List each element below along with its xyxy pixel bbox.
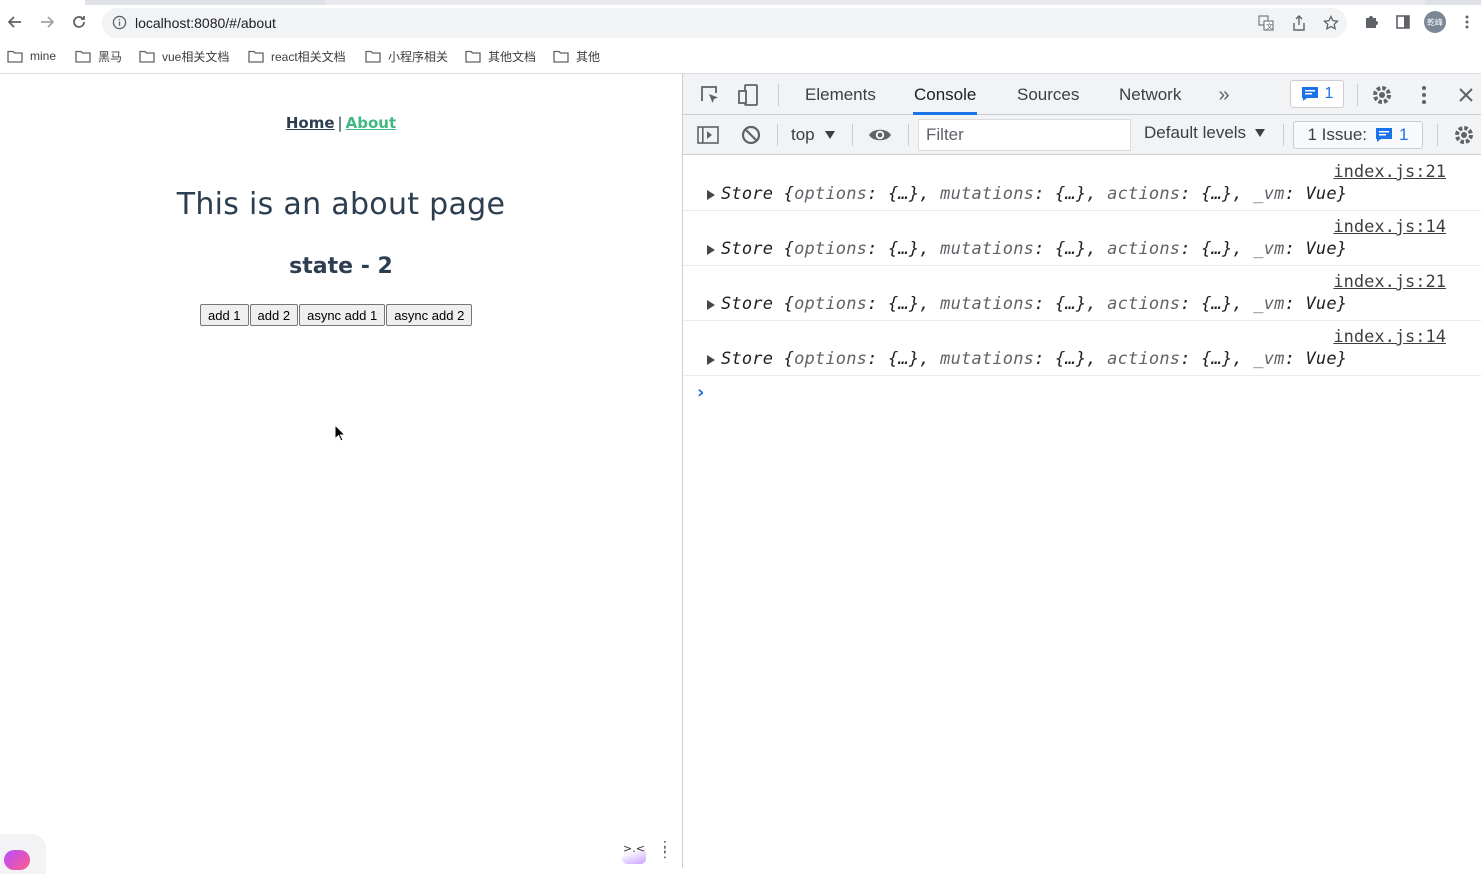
floating-extension-widget[interactable] [0,834,46,874]
devtools-tab-bar: Elements Console Sources Network » 1 [683,74,1481,115]
svg-text:文: 文 [1266,22,1273,31]
url-text: localhost:8080/#/about [135,15,276,31]
forward-arrow-icon[interactable] [35,10,59,34]
action-buttons: add 1 add 2 async add 1 async add 2 [200,304,473,326]
console-log-row: index.js:14 Store {options: {…}, mutatio… [683,321,1481,376]
async-add-1-button[interactable]: async add 1 [299,304,386,326]
log-source-link[interactable]: index.js:14 [1333,217,1446,237]
browser-menu-icon[interactable] [1455,10,1479,34]
log-source-link[interactable]: index.js:14 [1333,327,1446,347]
console-log-row: index.js:21 Store {options: {…}, mutatio… [683,156,1481,211]
dropdown-triangle-icon [824,131,835,139]
extensions-puzzle-icon[interactable] [1359,10,1383,34]
messages-badge[interactable]: 1 [1290,80,1344,108]
dropdown-triangle-icon [1255,129,1266,137]
folder-icon [75,50,91,63]
issues-button[interactable]: 1 Issue: 1 [1293,121,1423,149]
clear-console-icon[interactable] [739,123,763,147]
bookmark-folder[interactable]: 其他文档 [465,46,536,66]
mouse-cursor-icon [334,424,346,442]
folder-icon [553,50,569,63]
side-panel-icon[interactable] [1391,10,1415,34]
console-toolbar: top Default levels 1 Issue: 1 [683,115,1481,155]
settings-gear-icon[interactable] [1369,82,1395,108]
tab-console[interactable]: Console [913,74,978,115]
log-object[interactable]: Store {options: {…}, mutations: {…}, act… [707,239,1347,259]
expand-triangle-icon[interactable] [707,300,715,310]
profile-avatar[interactable]: 乾峰 [1423,10,1447,34]
add-2-button[interactable]: add 2 [249,304,299,326]
bookmark-folder[interactable]: mine [7,46,56,66]
page-viewport: Home | About This is an about page state -… [0,74,682,874]
inspect-element-icon[interactable] [697,82,723,108]
tab-sources[interactable]: Sources [1016,74,1080,115]
expand-triangle-icon[interactable] [707,355,715,365]
add-1-button[interactable]: add 1 [200,304,249,326]
close-devtools-icon[interactable] [1453,82,1479,108]
console-log-row: index.js:21 Store {options: {…}, mutatio… [683,266,1481,321]
toolbar-separator [1283,124,1284,146]
device-toolbar-icon[interactable] [735,82,761,108]
state-display: state - 2 [289,254,393,279]
async-add-2-button[interactable]: async add 2 [386,304,473,326]
console-log-row: index.js:14 Store {options: {…}, mutatio… [683,211,1481,266]
show-sidebar-icon[interactable] [695,123,721,147]
live-expression-eye-icon[interactable] [866,123,894,147]
tab-network[interactable]: Network [1118,74,1182,115]
tab-separator [778,84,779,106]
toolbar-separator [908,124,909,146]
context-selector[interactable]: top [791,123,835,147]
address-bar[interactable]: localhost:8080/#/about 文 [102,8,1347,38]
nav-separator: | [337,114,343,132]
folder-icon [365,50,381,63]
console-prompt-chevron-icon[interactable]: › [697,382,704,403]
devtools-panel: Elements Console Sources Network » 1 top [682,74,1481,868]
bookmark-folder[interactable]: 黑马 [75,46,122,66]
helper-face-icon: >.< [622,842,646,864]
bookmark-star-icon[interactable] [1321,13,1341,33]
console-output: index.js:21 Store {options: {…}, mutatio… [683,156,1481,403]
log-source-link[interactable]: index.js:21 [1333,272,1446,292]
console-filter-input[interactable] [918,119,1131,151]
nav-link-about[interactable]: About [346,114,397,132]
expand-triangle-icon[interactable] [707,190,715,200]
page-title: This is an about page [176,187,506,222]
router-nav: Home | About [0,114,682,132]
log-object[interactable]: Store {options: {…}, mutations: {…}, act… [707,294,1347,314]
bookmark-folder[interactable]: react相关文档 [248,46,346,66]
back-arrow-icon[interactable] [3,10,27,34]
drag-handle-icon[interactable]: ⋮ ⋮ [658,840,672,860]
floating-helper-widget[interactable]: >.< ⋮ ⋮ [616,838,672,868]
extension-logo-icon [4,850,30,870]
message-icon [1301,87,1318,101]
log-object[interactable]: Store {options: {…}, mutations: {…}, act… [707,184,1347,204]
console-settings-gear-icon[interactable] [1451,123,1477,147]
folder-icon [139,50,155,63]
translate-icon[interactable]: 文 [1256,13,1276,33]
more-tabs-chevron-icon[interactable]: » [1213,84,1235,106]
devtools-menu-icon[interactable] [1411,82,1437,108]
folder-icon [465,50,481,63]
bookmarks-bar: mine 黑马 vue相关文档 react相关文档 小程序相关 其他文档 其他 [0,42,1481,70]
log-levels-dropdown[interactable]: Default levels [1144,123,1266,143]
folder-icon [248,50,264,63]
toolbar-separator [852,124,853,146]
toolbar-separator [777,124,778,146]
share-icon[interactable] [1289,13,1309,33]
bookmark-folder[interactable]: vue相关文档 [139,46,229,66]
tab-separator [1357,84,1358,106]
nav-link-home[interactable]: Home [286,114,335,132]
tab-elements[interactable]: Elements [804,74,877,115]
browser-toolbar: localhost:8080/#/about 文 乾峰 [0,5,1481,39]
bookmark-folder[interactable]: 其他 [553,46,600,66]
log-object[interactable]: Store {options: {…}, mutations: {…}, act… [707,349,1347,369]
bookmark-folder[interactable]: 小程序相关 [365,46,448,66]
log-source-link[interactable]: index.js:21 [1333,162,1446,182]
folder-icon [7,50,23,63]
toolbar-separator [1437,124,1438,146]
expand-triangle-icon[interactable] [707,245,715,255]
site-info-icon[interactable] [112,15,127,35]
issue-message-icon [1376,128,1393,142]
reload-icon[interactable] [67,10,91,34]
